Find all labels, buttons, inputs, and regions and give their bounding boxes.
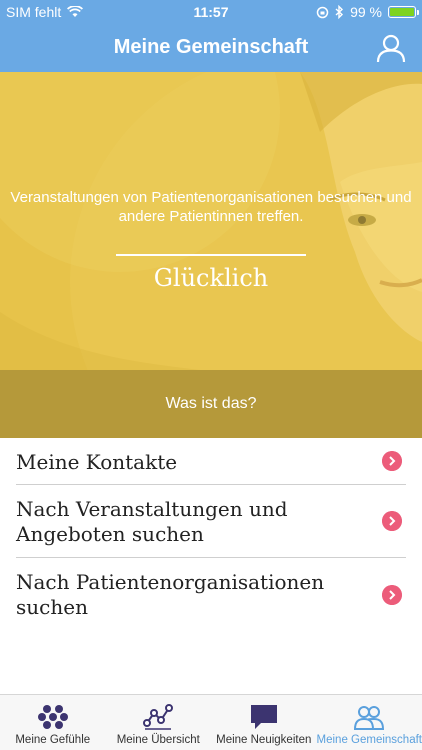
list-item-label: Nach Patientenorganisationen suchen (16, 570, 325, 619)
tab-community[interactable]: Meine Gemeinschaft (317, 695, 422, 750)
mood-label: Glücklich (153, 264, 269, 292)
line-chart-icon (143, 704, 174, 730)
list-item-label: Nach Veranstaltungen und Angeboten suche… (16, 497, 288, 546)
battery-icon (388, 6, 419, 18)
speech-bubble-icon (250, 705, 277, 729)
chevron-right-icon (382, 584, 402, 605)
bluetooth-icon (335, 5, 344, 19)
tab-feelings[interactable]: Meine Gefühle (0, 695, 106, 750)
people-icon (354, 706, 385, 730)
hero-description: Veranstaltungen von Patientenorganisatio… (10, 189, 412, 225)
orientation-lock-icon (316, 6, 329, 18)
status-right: 99 % (316, 4, 419, 20)
tab-label: Meine Gefühle (15, 734, 91, 746)
tab-overview[interactable]: Meine Übersicht (106, 695, 212, 750)
tab-label: Meine Neuigkeiten (216, 734, 312, 746)
list-item-contacts[interactable]: Meine Kontakte (16, 438, 406, 485)
chevron-right-icon (382, 451, 402, 471)
battery-text: 99 % (350, 4, 382, 20)
profile-icon[interactable] (376, 33, 406, 63)
tab-bar: Meine Gefühle Meine Übersicht Meine Neui… (0, 694, 422, 750)
page-title: Meine Gemeinschaft (113, 36, 309, 58)
tab-label: Meine Übersicht (116, 734, 200, 746)
chevron-right-icon (382, 511, 402, 531)
status-bar: SIM fehlt 11:57 99 % (0, 0, 422, 24)
tab-news[interactable]: Meine Neuigkeiten (211, 695, 317, 750)
tab-label: Meine Gemeinschaft (316, 734, 422, 746)
hero-divider (116, 254, 306, 256)
what-is-this-button[interactable]: Was ist das? (0, 370, 422, 438)
list-item-label: Meine Kontakte (16, 450, 178, 474)
hero-banner: Veranstaltungen von Patientenorganisatio… (0, 72, 422, 370)
navigation-bar: Meine Gemeinschaft (0, 24, 422, 72)
action-list: Meine Kontakte Nach Veranstaltungen und … (0, 438, 422, 631)
dots-grid-icon (37, 705, 68, 729)
list-item-organisations[interactable]: Nach Patientenorganisationen suchen (16, 558, 406, 631)
list-item-events[interactable]: Nach Veranstaltungen und Angeboten suche… (16, 485, 406, 558)
